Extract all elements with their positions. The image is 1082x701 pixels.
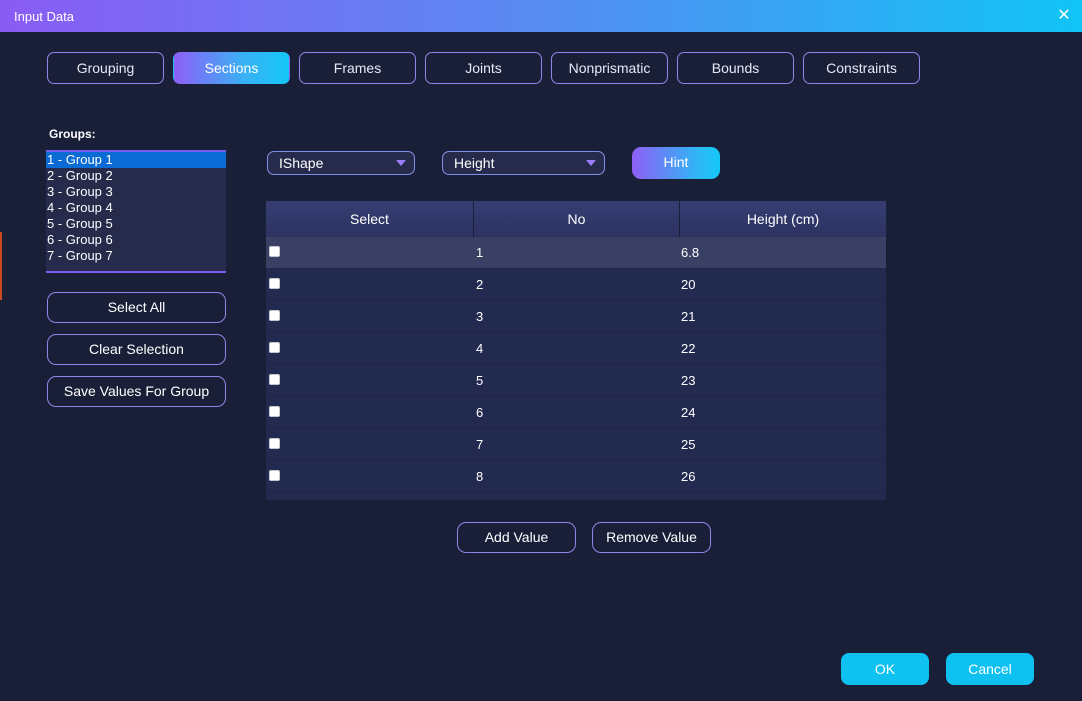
tab-sections[interactable]: Sections xyxy=(173,52,290,84)
tab-joints[interactable]: Joints xyxy=(425,52,542,84)
close-icon[interactable]: ✕ xyxy=(1054,6,1074,26)
table-row[interactable]: 5 23 xyxy=(266,365,886,397)
chevron-down-icon xyxy=(396,160,406,166)
row-value[interactable]: 22 xyxy=(681,333,695,365)
column-header-height[interactable]: Height (cm) xyxy=(679,201,886,237)
chevron-down-icon xyxy=(586,160,596,166)
row-value[interactable]: 26 xyxy=(681,461,695,493)
row-checkbox[interactable] xyxy=(269,374,280,385)
row-no: 3 xyxy=(476,309,484,324)
row-checkbox[interactable] xyxy=(269,438,280,449)
row-no: 1 xyxy=(476,245,484,260)
row-checkbox[interactable] xyxy=(269,470,280,481)
groups-listbox[interactable]: 1 - Group 1 2 - Group 2 3 - Group 3 4 - … xyxy=(46,150,226,273)
row-checkbox[interactable] xyxy=(269,246,280,257)
row-value[interactable]: 21 xyxy=(681,301,695,333)
section-type-value: IShape xyxy=(279,155,324,171)
group-item-3[interactable]: 3 - Group 3 xyxy=(46,184,226,200)
clear-selection-button[interactable]: Clear Selection xyxy=(47,334,226,365)
group-item-4[interactable]: 4 - Group 4 xyxy=(46,200,226,216)
title-bar: Input Data ✕ xyxy=(0,0,1082,32)
row-no: 7 xyxy=(476,437,484,452)
values-table: Select No Height (cm) 1 6.8 2 20 3 21 4 … xyxy=(266,201,886,500)
column-header-no[interactable]: No xyxy=(473,201,679,237)
row-no: 5 xyxy=(476,373,484,388)
tab-grouping[interactable]: Grouping xyxy=(47,52,164,84)
row-no: 8 xyxy=(476,469,484,484)
section-type-dropdown[interactable]: IShape xyxy=(267,151,415,175)
table-row[interactable]: 3 21 xyxy=(266,301,886,333)
group-item-2[interactable]: 2 - Group 2 xyxy=(46,168,226,184)
row-checkbox[interactable] xyxy=(269,278,280,289)
group-item-7[interactable]: 7 - Group 7 xyxy=(46,248,226,264)
hint-button[interactable]: Hint xyxy=(632,147,720,179)
property-value: Height xyxy=(454,155,495,171)
table-row[interactable]: 2 20 xyxy=(266,269,886,301)
table-row[interactable]: 4 22 xyxy=(266,333,886,365)
row-value[interactable]: 20 xyxy=(681,269,695,301)
groups-label: Groups: xyxy=(49,127,96,141)
group-item-1[interactable]: 1 - Group 1 xyxy=(46,152,226,168)
table-row[interactable]: 6 24 xyxy=(266,397,886,429)
row-value[interactable]: 25 xyxy=(681,429,695,461)
tab-nonprismatic[interactable]: Nonprismatic xyxy=(551,52,668,84)
table-row[interactable]: 7 25 xyxy=(266,429,886,461)
row-value[interactable]: 6.8 xyxy=(681,237,699,269)
row-value[interactable]: 23 xyxy=(681,365,695,397)
add-value-button[interactable]: Add Value xyxy=(457,522,576,553)
group-item-5[interactable]: 5 - Group 5 xyxy=(46,216,226,232)
tab-bounds[interactable]: Bounds xyxy=(677,52,794,84)
row-checkbox[interactable] xyxy=(269,342,280,353)
row-checkbox[interactable] xyxy=(269,310,280,321)
row-no: 4 xyxy=(476,341,484,356)
tab-constraints[interactable]: Constraints xyxy=(803,52,920,84)
row-value[interactable]: 24 xyxy=(681,397,695,429)
row-no: 6 xyxy=(476,405,484,420)
table-row[interactable]: 8 26 xyxy=(266,461,886,493)
row-checkbox[interactable] xyxy=(269,406,280,417)
row-no: 2 xyxy=(476,277,484,292)
tab-frames[interactable]: Frames xyxy=(299,52,416,84)
remove-value-button[interactable]: Remove Value xyxy=(592,522,711,553)
cancel-button[interactable]: Cancel xyxy=(946,653,1034,685)
table-row[interactable]: 1 6.8 xyxy=(266,237,886,269)
column-header-select[interactable]: Select xyxy=(266,201,473,237)
save-values-for-group-button[interactable]: Save Values For Group xyxy=(47,376,226,407)
property-dropdown[interactable]: Height xyxy=(442,151,605,175)
window-title: Input Data xyxy=(14,9,74,24)
window-edge-marker xyxy=(0,232,2,300)
select-all-button[interactable]: Select All xyxy=(47,292,226,323)
ok-button[interactable]: OK xyxy=(841,653,929,685)
table-header: Select No Height (cm) xyxy=(266,201,886,237)
group-item-6[interactable]: 6 - Group 6 xyxy=(46,232,226,248)
